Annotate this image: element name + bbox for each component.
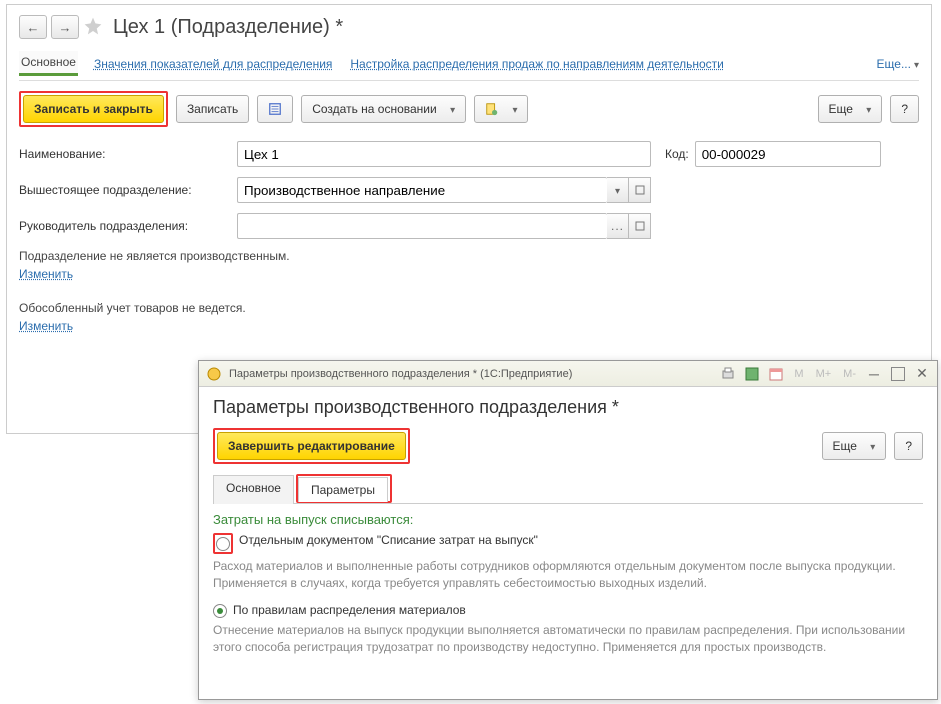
dialog-titlebar: Параметры производственного подразделени… [199,361,937,387]
row-manager: Руководитель подразделения: ... [19,213,919,239]
radio-option-separate-doc[interactable]: Отдельным документом "Списание затрат на… [213,533,923,554]
parent-dropdown-button[interactable] [607,177,629,203]
chevron-down-icon [615,183,620,197]
dialog-body: Параметры производственного подразделени… [199,387,937,677]
tab-sales-distribution[interactable]: Настройка распределения продаж по направ… [348,53,725,75]
manager-combo: ... [237,213,651,239]
name-input[interactable] [237,141,651,167]
help-text-2: Отнесение материалов на выпуск продукции… [213,622,923,657]
dialog-tab-params[interactable]: Параметры [298,477,388,502]
info-not-production: Подразделение не является производственн… [19,249,919,263]
parent-label: Вышестоящее подразделение: [19,183,237,197]
change-link-1[interactable]: Изменить [19,267,73,281]
save-icon[interactable] [743,365,761,383]
radio-option-distribution-rules[interactable]: По правилам распределения материалов [213,603,923,618]
main-toolbar: Записать и закрыть Записать Создать на о… [19,91,919,127]
dialog-tab-main[interactable]: Основное [213,475,294,504]
highlight-radio-1 [213,533,233,554]
close-icon[interactable]: ✕ [913,365,931,383]
dialog-heading: Параметры производственного подразделени… [213,397,923,418]
chevron-down-icon [450,102,455,116]
ellipsis-icon: ... [611,219,624,233]
costs-section-header: Затраты на выпуск списываются: [213,512,923,527]
report-icon [485,102,499,116]
create-based-on-button[interactable]: Создать на основании [301,95,466,123]
finish-editing-button[interactable]: Завершить редактирование [217,432,406,460]
manager-input[interactable] [237,213,607,239]
square-icon [891,367,905,381]
open-icon [635,185,645,195]
favorite-star-icon[interactable] [83,16,103,39]
write-and-close-button[interactable]: Записать и закрыть [23,95,164,123]
code-input[interactable] [695,141,881,167]
radio-label-2: По правилам распределения материалов [233,603,466,617]
calendar-icon[interactable] [767,365,785,383]
dialog-help-button[interactable]: ? [894,432,923,460]
calc-m-button[interactable]: M [791,368,806,380]
calc-mminus-button[interactable]: M- [840,368,859,380]
nav-back-button[interactable] [19,15,47,39]
radio-label-1: Отдельным документом "Списание затрат на… [239,533,538,547]
dialog-more-button[interactable]: Еще [822,432,887,460]
main-tabs: Основное Значения показателей для распре… [19,51,919,81]
open-icon [635,221,645,231]
chevron-down-icon [512,102,517,116]
tab-indicators[interactable]: Значения показателей для распределения [92,53,334,75]
dialog-title-text: Параметры производственного подразделени… [229,368,713,380]
page-title: Цех 1 (Подразделение) * [113,16,343,39]
radio-icon [216,537,230,551]
print-icon[interactable] [719,365,737,383]
chevron-down-icon [914,57,919,71]
change-link-2[interactable]: Изменить [19,319,73,333]
params-dialog: Параметры производственного подразделени… [198,360,938,700]
nav-forward-button[interactable] [51,15,79,39]
tab-main[interactable]: Основное [19,51,78,76]
dialog-toolbar: Завершить редактирование Еще ? [213,428,923,464]
list-view-button[interactable] [257,95,293,123]
parent-input[interactable] [237,177,607,203]
minimize-icon[interactable]: ─ [865,365,883,383]
toolbar-more-button[interactable]: Еще [818,95,883,123]
radio-dot-icon [217,608,223,614]
calc-mplus-button[interactable]: M+ [813,368,835,380]
row-name: Наименование: Код: [19,141,919,167]
maximize-icon[interactable] [889,365,907,383]
chevron-down-icon [870,439,875,453]
highlight-params-tab: Параметры [296,474,392,503]
help-text-1: Расход материалов и выполненные работы с… [213,558,923,593]
highlight-write-close: Записать и закрыть [19,91,168,127]
chevron-down-icon [866,102,871,116]
parent-combo [237,177,651,203]
row-parent: Вышестоящее подразделение: [19,177,919,203]
highlight-finish: Завершить редактирование [213,428,410,464]
manager-open-button[interactable] [629,213,651,239]
nav-row: Цех 1 (Подразделение) * [19,15,919,39]
app-1c-icon [205,365,223,383]
manager-label: Руководитель подразделения: [19,219,237,233]
parent-open-button[interactable] [629,177,651,203]
arrow-left-icon [27,20,40,35]
report-button[interactable] [474,95,528,123]
help-button[interactable]: ? [890,95,919,123]
name-label: Наименование: [19,147,237,161]
manager-select-button[interactable]: ... [607,213,629,239]
info-separate-accounting: Обособленный учет товаров не ведется. [19,301,919,315]
dialog-tabs: Основное Параметры [213,474,923,504]
write-button[interactable]: Записать [176,95,249,123]
arrow-right-icon [59,20,72,35]
tabs-more-dropdown[interactable]: Еще... [877,57,919,71]
code-label: Код: [665,147,689,161]
radio-icon [213,604,227,618]
list-icon [268,102,282,116]
